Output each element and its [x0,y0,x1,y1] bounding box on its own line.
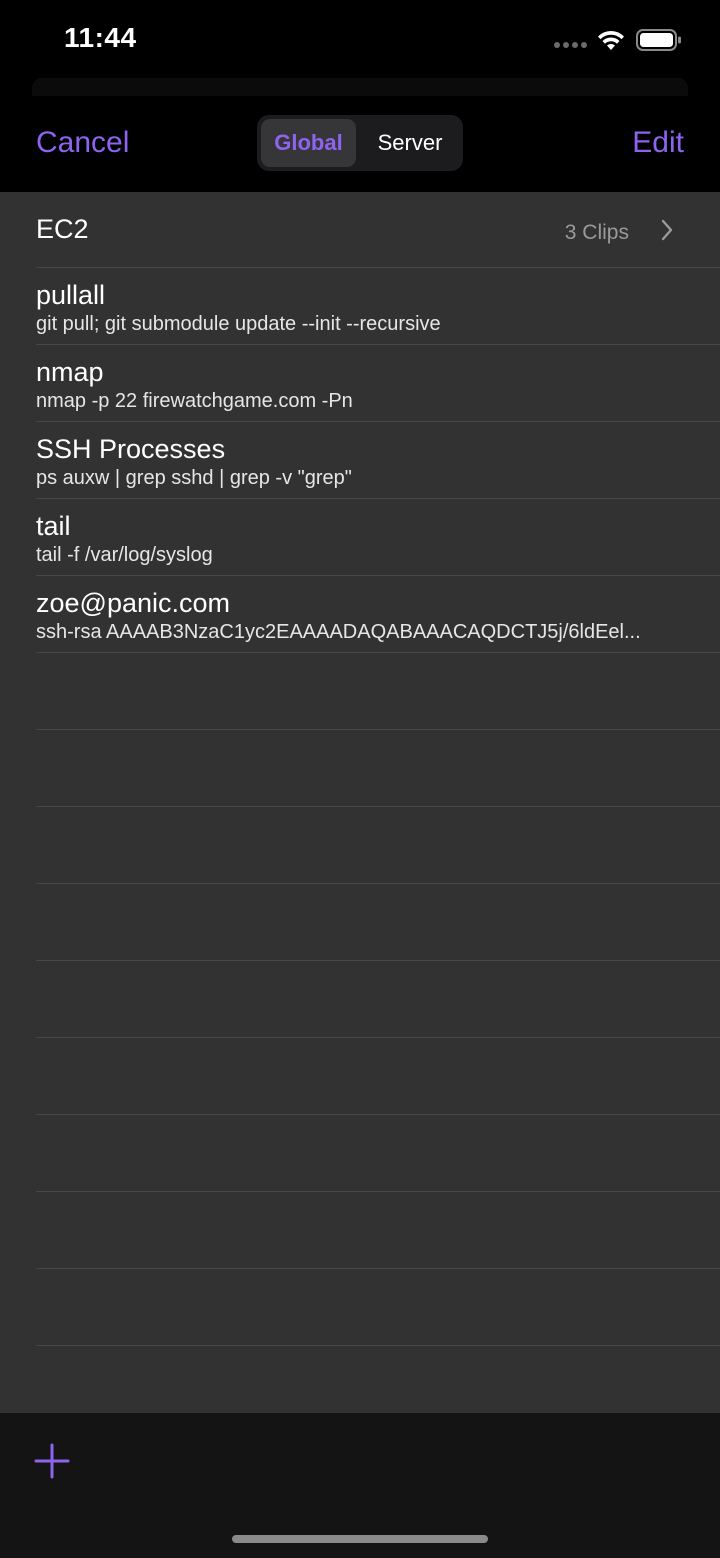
clip-row[interactable]: pullall git pull; git submodule update -… [36,268,720,345]
clips-list: EC2 3 Clips pullall git pull; git submod… [0,192,720,1413]
clip-title: pullall [36,280,106,310]
wifi-icon [598,30,624,50]
segment-global[interactable]: Global [261,119,356,167]
segment-server[interactable]: Server [361,119,459,167]
clip-command: ssh-rsa AAAAB3NzaC1yc2EAAAADAQABAAACAQDC… [36,621,641,643]
chevron-right-icon [661,219,673,241]
plus-icon[interactable] [34,1443,70,1479]
clip-row[interactable]: zoe@panic.com ssh-rsa AAAAB3NzaC1yc2EAAA… [36,576,720,653]
edit-button[interactable]: Edit [632,126,684,160]
status-time: 11:44 [64,22,137,53]
clip-title: nmap [36,357,104,387]
clip-row[interactable]: tail tail -f /var/log/syslog [36,499,720,576]
empty-row [36,1192,720,1269]
sheet-background-edge [32,78,688,96]
clip-row[interactable]: SSH Processes ps auxw | grep sshd | grep… [36,422,720,499]
clip-title: tail [36,511,71,541]
empty-row [36,1038,720,1115]
clip-command: git pull; git submodule update --init --… [36,313,441,335]
scope-segmented-control: Global Server [257,115,463,171]
folder-row-ec2[interactable]: EC2 3 Clips [36,192,720,268]
folder-clip-count: 3 Clips [564,221,629,244]
empty-row [36,1269,720,1346]
clip-command: ps auxw | grep sshd | grep -v "grep" [36,467,352,489]
empty-row [36,884,720,961]
empty-row [36,653,720,730]
clip-title: SSH Processes [36,434,226,464]
clip-command: nmap -p 22 firewatchgame.com -Pn [36,390,353,412]
folder-title: EC2 [36,214,89,244]
cellular-signal-icon [554,42,588,48]
cancel-button[interactable]: Cancel [36,126,129,160]
status-bar: 11:44 [0,0,720,80]
clip-command: tail -f /var/log/syslog [36,544,213,566]
empty-row [36,961,720,1038]
home-indicator[interactable] [232,1535,488,1543]
clip-row[interactable]: nmap nmap -p 22 firewatchgame.com -Pn [36,345,720,422]
empty-row [36,1115,720,1192]
empty-row [36,730,720,807]
empty-row [36,807,720,884]
clip-title: zoe@panic.com [36,588,230,618]
bottom-toolbar [0,1413,720,1558]
battery-icon [636,29,681,51]
navigation-bar: Cancel Global Server Edit [0,96,720,193]
